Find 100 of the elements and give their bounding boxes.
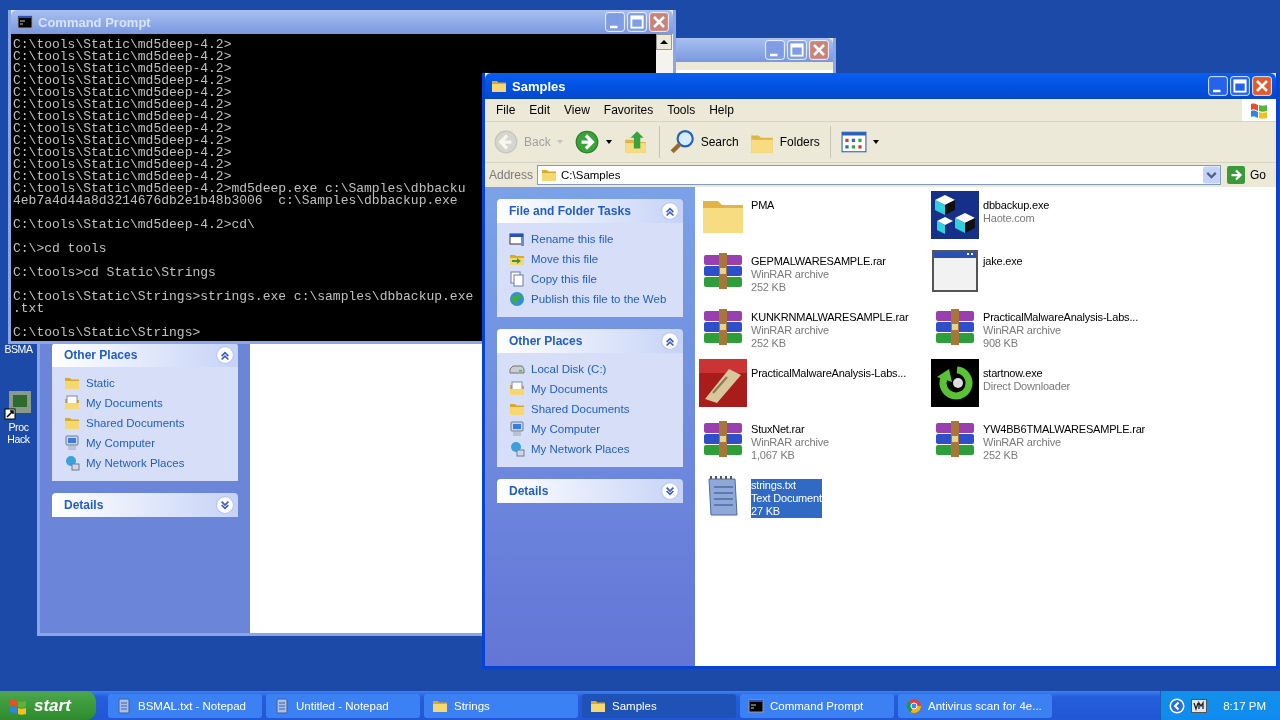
task-link[interactable]: Local Disk (C:) xyxy=(531,363,607,375)
taskbar-button[interactable]: Command Prompt xyxy=(740,693,894,718)
collapse-button[interactable] xyxy=(661,332,679,350)
panel-title: Other Places xyxy=(509,334,584,348)
console-line: C:\tools\Static\md5deep-4.2> xyxy=(13,99,232,111)
folder-icon xyxy=(491,78,507,94)
computer-icon xyxy=(64,435,80,451)
console-icon xyxy=(748,697,764,714)
scroll-up-button[interactable] xyxy=(656,34,672,50)
panel-header[interactable]: Details xyxy=(52,493,238,517)
caret-icon xyxy=(871,138,880,146)
taskbar-button[interactable]: Strings xyxy=(424,693,578,718)
console-line: C:\tools\Static\md5deep-4.2> xyxy=(13,111,232,123)
expand-button[interactable] xyxy=(661,482,679,500)
console-icon xyxy=(17,14,33,30)
start-button[interactable]: start xyxy=(0,691,96,720)
menu-item[interactable]: Favorites xyxy=(596,103,661,117)
collapse-button[interactable] xyxy=(216,346,234,364)
icon-caption[interactable]: startnow.exe Direct Downloader xyxy=(983,367,1071,393)
console-line: C:\tools\Static\md5deep-4.2> xyxy=(13,87,232,99)
console-line: C:\tools\Static\md5deep-4.2> xyxy=(13,63,232,75)
console-line: C:\tools\Static\md5deep-4.2> xyxy=(13,75,232,87)
menu-item[interactable]: Edit xyxy=(522,103,558,117)
console-line: C:\tools\Static\md5deep-4.2> xyxy=(13,171,232,183)
show-hidden-icons-button[interactable] xyxy=(1169,697,1186,714)
task-link[interactable]: Move this file xyxy=(531,253,599,265)
console-line: C:\tools\Static\Strings> xyxy=(13,327,201,339)
documents-icon xyxy=(64,395,80,411)
icon-caption[interactable]: KUNKRNMALWARESAMPLE.rar WinRAR archive 252 KB xyxy=(751,311,909,350)
address-value: C:\Samples xyxy=(561,169,621,181)
console-line: C:\tools\Static\md5deep-4.2> xyxy=(13,123,232,135)
folders-button[interactable]: Folders xyxy=(744,127,824,157)
icon-label[interactable]: Hack xyxy=(7,433,30,445)
icon-caption[interactable]: PMA xyxy=(751,199,775,212)
task-link[interactable]: Rename this file xyxy=(531,233,614,245)
window-title: Samples xyxy=(512,78,566,94)
folder-icon xyxy=(64,415,80,431)
icon-caption[interactable]: YW4BB6TMALWARESAMPLE.rar WinRAR archive 252 KB xyxy=(983,423,1146,462)
panel-title: Details xyxy=(64,498,105,512)
console-line: .txt xyxy=(13,303,45,315)
task-link[interactable]: Shared Documents xyxy=(86,417,185,429)
search-button[interactable]: Search xyxy=(665,127,743,157)
console-line: C:\tools\Static\md5deep-4.2> xyxy=(13,135,232,147)
address-field[interactable]: C:\Samples xyxy=(537,165,1221,185)
icon-caption[interactable]: GEPMALWARESAMPLE.rar WinRAR archive 252 KB xyxy=(751,255,886,294)
task-link[interactable]: Shared Documents xyxy=(531,403,630,415)
task-link[interactable]: My Network Places xyxy=(86,457,185,469)
computer-icon xyxy=(509,421,525,437)
icon-caption[interactable]: jake.exe xyxy=(983,255,1023,268)
taskbar-button[interactable]: Untitled - Notepad xyxy=(266,693,420,718)
menu-item[interactable]: Help xyxy=(702,103,741,117)
notepad-icon xyxy=(274,697,290,714)
network-icon xyxy=(509,441,525,457)
collapse-button[interactable] xyxy=(661,202,679,220)
task-link[interactable]: My Computer xyxy=(531,423,601,435)
window-icon xyxy=(931,247,979,295)
task-link[interactable]: My Documents xyxy=(86,397,163,409)
globe-icon xyxy=(509,291,525,307)
panel-header[interactable]: Other Places xyxy=(497,329,683,353)
taskbar-button[interactable]: Antivirus scan for 4e... xyxy=(898,693,1052,718)
icon-caption[interactable]: PracticalMalwareAnalysis-Labs... WinRAR archive 908 KB xyxy=(983,311,1138,350)
console-line: C:\tools\Static\md5deep-4.2>cd\ xyxy=(13,219,255,231)
maximize-button[interactable] xyxy=(1230,76,1250,96)
icon-caption[interactable]: PracticalMalwareAnalysis-Labs... xyxy=(751,367,906,380)
task-link[interactable]: My Network Places xyxy=(531,443,630,455)
icon-caption[interactable]: StuxNet.rar WinRAR archive 1,067 KB xyxy=(751,423,829,462)
task-link[interactable]: Publish this file to the Web xyxy=(531,293,667,305)
minimize-button[interactable] xyxy=(1208,76,1228,96)
taskbar-button[interactable]: Samples xyxy=(582,693,736,718)
console-line: C:\>cd tools xyxy=(13,243,107,255)
panel-title: Details xyxy=(509,484,550,498)
menu-item[interactable]: View xyxy=(557,103,597,117)
tray-app-icon[interactable] xyxy=(1191,697,1208,714)
console-line: 4eb7a4d44a8d3214676db2e1b48b3006 c:\Samples\dbbackup.exe xyxy=(13,195,458,207)
folder-icon xyxy=(541,167,558,183)
panel-header[interactable]: File and Folder Tasks xyxy=(497,199,683,223)
caret-icon xyxy=(555,138,564,146)
close-button[interactable] xyxy=(1252,76,1272,96)
network-icon xyxy=(64,455,80,471)
icon-label[interactable]: Proc xyxy=(8,421,29,433)
thumbnail-icon xyxy=(699,359,747,407)
search-icon xyxy=(669,129,696,155)
task-link[interactable]: My Computer xyxy=(86,437,156,449)
dropdown-button[interactable] xyxy=(1203,166,1220,184)
icon-caption[interactable]: dbbackup.exe Haote.com xyxy=(983,199,1050,225)
panel-header[interactable]: Details xyxy=(497,479,683,503)
console-line: C:\tools>cd Static\Strings xyxy=(13,267,216,279)
menu-item[interactable]: File xyxy=(489,103,523,117)
taskbar-button[interactable]: BSMAL.txt - Notepad xyxy=(108,693,262,718)
folder-icon xyxy=(64,375,80,391)
selected-icon-caption[interactable]: strings.txt Text Document 27 KB xyxy=(751,479,822,518)
task-link[interactable]: Static xyxy=(86,377,115,389)
go-button[interactable]: Go xyxy=(1225,166,1274,184)
expand-button[interactable] xyxy=(216,496,234,514)
task-link[interactable]: My Documents xyxy=(531,383,608,395)
task-link[interactable]: Copy this file xyxy=(531,273,597,285)
console-line: C:\tools\Static\md5deep-4.2> xyxy=(13,51,232,63)
panel-header[interactable]: Other Places xyxy=(52,343,238,367)
menu-item[interactable]: Tools xyxy=(660,103,703,117)
icon-label[interactable]: BSMA xyxy=(4,343,33,355)
